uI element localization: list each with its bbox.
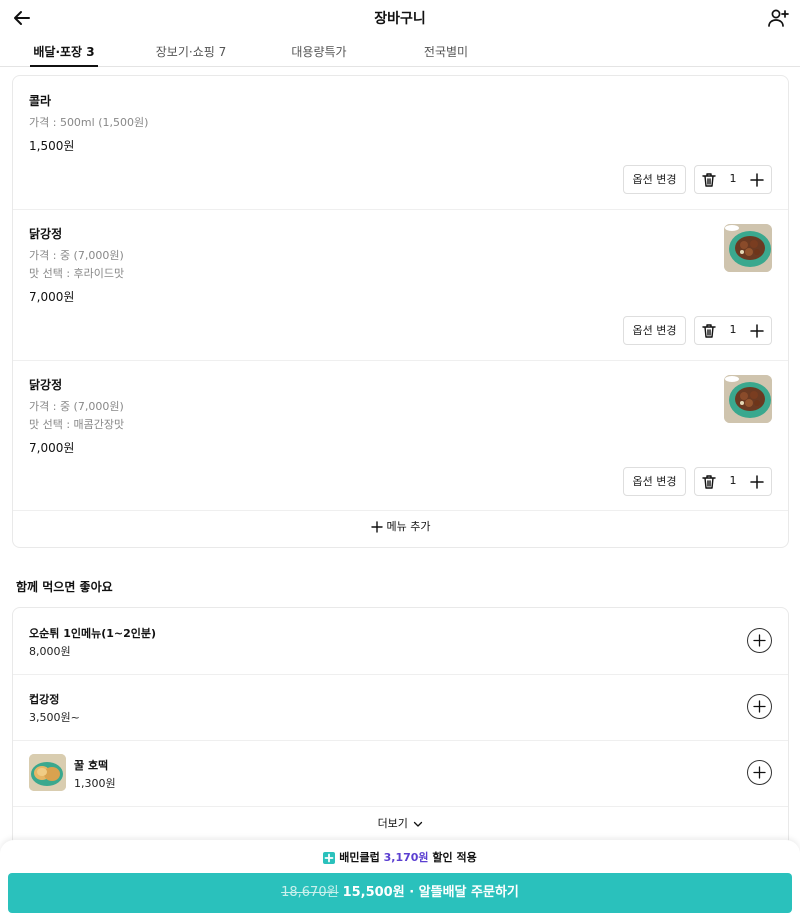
change-option-button[interactable]: 옵션 변경	[623, 165, 686, 194]
item-option-detail: 가격 : 중 (7,000원)	[29, 249, 124, 262]
recommend-item-price: 1,300원	[74, 777, 116, 790]
item-option-detail: 맛 선택 : 매콤간장맛	[29, 418, 125, 431]
cart-item: 닭강정 가격 : 중 (7,000원) 맛 선택 : 매콤간장맛 7,000원 …	[13, 361, 788, 511]
item-divider	[13, 806, 788, 807]
recommend-card: 오순튀 1인메뉴(1~2인분) 8,000원 컵강정 3,500원~ 꿀 호떡 …	[12, 607, 789, 867]
category-tabs: 배달·포장 3 장보기·쇼핑 7 대용량특가 전국별미	[0, 36, 800, 67]
delete-button[interactable]	[700, 322, 718, 340]
club-discount-banner: 배민클럽 3,170원 할인 적용	[0, 849, 800, 865]
add-recommend-button[interactable]	[747, 760, 772, 785]
tab-regional-specials[interactable]: 전국별미	[418, 43, 474, 67]
hotteok-image	[29, 754, 66, 791]
tab-bulk-deals[interactable]: 대용량특가	[286, 43, 352, 67]
delete-button[interactable]	[700, 171, 718, 189]
add-recommend-button[interactable]	[747, 628, 772, 653]
recommend-item[interactable]: 오순튀 1인메뉴(1~2인분) 8,000원	[13, 608, 788, 674]
recommend-item-price: 3,500원~	[29, 711, 80, 724]
increase-quantity-button[interactable]	[748, 171, 766, 189]
tab-delivery[interactable]: 배달·포장 3	[30, 43, 98, 67]
item-option-detail: 가격 : 중 (7,000원)	[29, 400, 124, 413]
quantity-stepper: 1	[694, 467, 772, 496]
recommend-section-title: 함께 먹으면 좋아요	[16, 580, 113, 594]
increase-quantity-button[interactable]	[748, 322, 766, 340]
invite-user-button[interactable]	[766, 6, 790, 30]
increase-quantity-button[interactable]	[748, 473, 766, 491]
trash-icon	[702, 173, 716, 187]
food-thumbnail[interactable]	[724, 224, 772, 272]
plus-icon	[753, 766, 766, 779]
original-price: 18,670원	[281, 885, 339, 900]
cart-item: 닭강정 가격 : 중 (7,000원) 맛 선택 : 후라이드맛 7,000원 …	[13, 210, 788, 360]
cart-item: 콜라 가격 : 500ml (1,500원) 1,500원 옵션 변경 1	[13, 76, 788, 209]
recommend-item[interactable]: 컵강정 3,500원~	[13, 674, 788, 740]
order-bottom-bar: 배민클럽 3,170원 할인 적용 18,670원 15,500원 · 알뜰배달 …	[0, 840, 800, 920]
recommend-item-name: 컵강정	[29, 693, 60, 706]
quantity-value: 1	[729, 172, 737, 185]
cart-items-card: 콜라 가격 : 500ml (1,500원) 1,500원 옵션 변경 1 닭강…	[12, 75, 789, 548]
tab-grocery[interactable]: 장보기·쇼핑 7	[150, 43, 232, 67]
show-more-button[interactable]: 더보기	[13, 812, 788, 836]
trash-icon	[702, 324, 716, 338]
recommend-item-price: 8,000원	[29, 645, 71, 658]
order-button-label: 15,500원 · 알뜰배달 주문하기	[342, 885, 519, 900]
chicken-bowl-image	[724, 224, 772, 272]
item-price: 7,000원	[29, 290, 75, 304]
quantity-stepper: 1	[694, 165, 772, 194]
header: 장바구니	[0, 0, 800, 36]
item-price: 7,000원	[29, 441, 75, 455]
order-button[interactable]: 18,670원 15,500원 · 알뜰배달 주문하기	[8, 873, 792, 913]
add-menu-label: 메뉴 추가	[386, 520, 431, 533]
change-option-button[interactable]: 옵션 변경	[623, 316, 686, 345]
delete-button[interactable]	[700, 473, 718, 491]
club-discount-suffix: 할인 적용	[432, 851, 477, 864]
chevron-down-icon	[414, 821, 423, 827]
plus-icon	[370, 521, 383, 533]
add-recommend-button[interactable]	[747, 694, 772, 719]
item-name: 닭강정	[29, 378, 63, 392]
item-option-detail: 맛 선택 : 후라이드맛	[29, 267, 125, 280]
club-name: 배민클럽	[339, 851, 380, 864]
recommend-item-name: 꿀 호떡	[74, 759, 109, 772]
item-option-detail: 가격 : 500ml (1,500원)	[29, 116, 149, 129]
page-title: 장바구니	[374, 11, 426, 27]
plus-icon	[753, 634, 766, 647]
person-add-icon	[768, 9, 789, 27]
plus-icon	[753, 700, 766, 713]
item-price: 1,500원	[29, 139, 75, 153]
item-divider	[13, 510, 788, 511]
food-thumbnail	[29, 754, 66, 791]
trash-icon	[702, 475, 716, 489]
show-more-label: 더보기	[377, 817, 408, 830]
plus-icon	[750, 324, 764, 338]
chicken-bowl-image	[724, 375, 772, 423]
item-name: 닭강정	[29, 227, 63, 241]
club-discount-amount: 3,170원	[383, 851, 429, 864]
plus-icon	[750, 475, 764, 489]
quantity-stepper: 1	[694, 316, 772, 345]
plus-icon	[750, 173, 764, 187]
change-option-button[interactable]: 옵션 변경	[623, 467, 686, 496]
food-thumbnail[interactable]	[724, 375, 772, 423]
recommend-item[interactable]: 꿀 호떡 1,300원	[13, 740, 788, 806]
recommend-item-name: 오순튀 1인메뉴(1~2인분)	[29, 627, 157, 640]
baemin-club-icon	[323, 852, 336, 864]
quantity-value: 1	[729, 474, 737, 487]
quantity-value: 1	[729, 323, 737, 336]
add-menu-button[interactable]: 메뉴 추가	[13, 512, 788, 542]
cart-screen: 장바구니 배달·포장 3 장보기·쇼핑 7 대용량특가 전국별미 콜라 가격 :…	[0, 0, 800, 920]
item-name: 콜라	[29, 94, 52, 108]
